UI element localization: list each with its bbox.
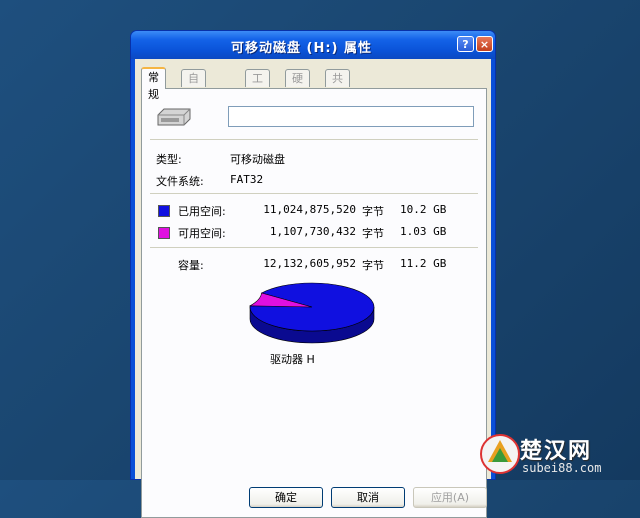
tab-general[interactable]: 常规	[141, 67, 166, 101]
capacity-size: 11.2 GB	[400, 257, 447, 270]
dialog-client: 常规 自动播放 工具 硬件 共享 类型: 可移动磁盘 文件系统: FAT32 已…	[135, 59, 491, 518]
free-space-size: 1.03 GB	[400, 225, 447, 238]
watermark-logo-icon	[480, 434, 520, 474]
capacity-unit: 字节	[362, 259, 384, 272]
file-system-value: FAT32	[230, 173, 264, 186]
title-bar[interactable]: 可移动磁盘 (H:) 属性 ? ×	[131, 31, 495, 59]
tab-autoplay[interactable]: 自动播放	[181, 69, 206, 136]
file-system-label: 文件系统:	[156, 175, 204, 188]
general-panel: 类型: 可移动磁盘 文件系统: FAT32 已用空间: 11,024,875,5…	[141, 88, 487, 518]
tab-hardware[interactable]: 硬件	[285, 69, 310, 102]
free-space-label: 可用空间:	[178, 227, 226, 240]
window-title: 可移动磁盘 (H:) 属性	[231, 41, 373, 56]
type-label: 类型:	[156, 153, 182, 166]
help-button[interactable]: ?	[457, 36, 474, 52]
separator	[150, 247, 478, 248]
free-space-swatch	[158, 227, 170, 239]
cancel-button[interactable]: 取消	[331, 487, 405, 508]
apply-button[interactable]: 应用(A)	[413, 487, 487, 508]
used-space-unit: 字节	[362, 205, 384, 218]
disk-usage-pie	[248, 282, 375, 344]
properties-window: 可移动磁盘 (H:) 属性 ? × 常规 自动播放 工具 硬件 共享 类型: 可…	[130, 30, 496, 518]
tab-tools[interactable]: 工具	[245, 69, 270, 102]
volume-name-input[interactable]	[228, 106, 474, 127]
used-space-swatch	[158, 205, 170, 217]
used-space-bytes: 11,024,875,520	[263, 203, 356, 216]
drive-label: 驱动器 H	[270, 353, 315, 366]
capacity-label: 容量:	[178, 259, 204, 272]
separator	[150, 193, 478, 194]
ok-button[interactable]: 确定	[249, 487, 323, 508]
close-button[interactable]: ×	[476, 36, 493, 52]
tab-sharing[interactable]: 共享	[325, 69, 350, 102]
removable-drive-icon	[157, 108, 191, 126]
free-space-bytes: 1,107,730,432	[269, 225, 356, 238]
watermark-url: subei88.com	[522, 461, 602, 475]
free-space-unit: 字节	[362, 227, 384, 240]
used-space-size: 10.2 GB	[400, 203, 447, 216]
separator	[150, 139, 478, 140]
capacity-bytes: 12,132,605,952	[263, 257, 356, 270]
used-space-label: 已用空间:	[178, 205, 226, 218]
type-value: 可移动磁盘	[230, 153, 285, 166]
